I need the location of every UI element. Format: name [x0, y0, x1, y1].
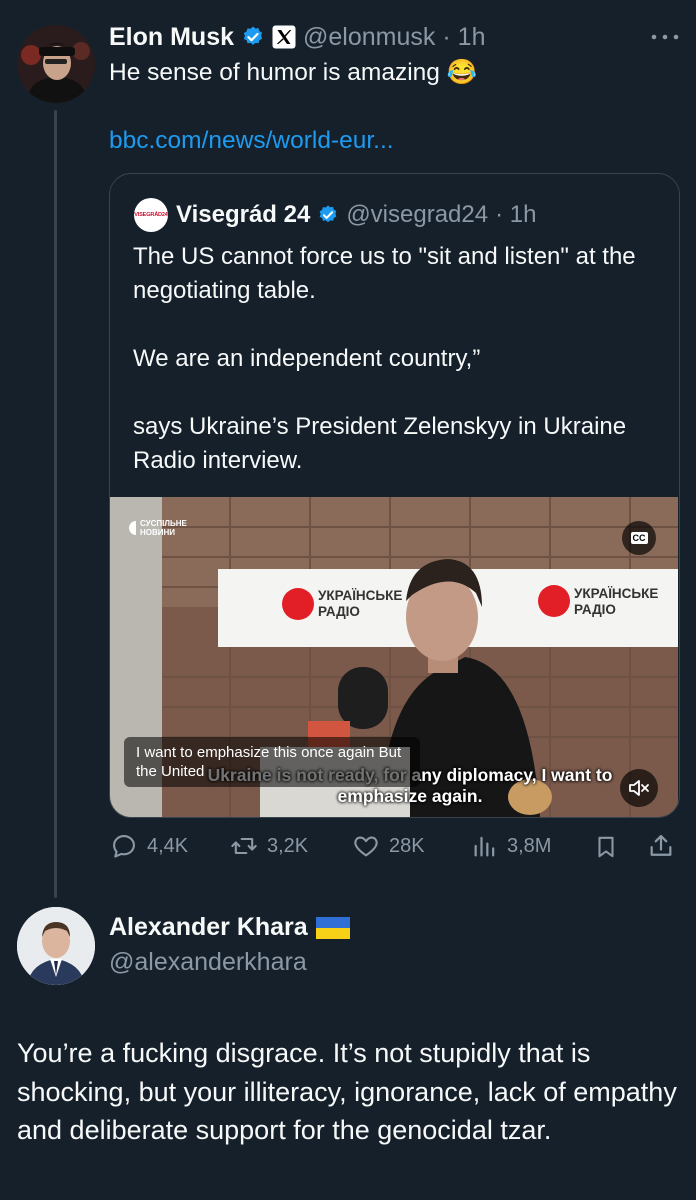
action-bar: 4,4K 3,2K 28K 3,8M [109, 830, 679, 862]
sign-right-text: УКРАЇНСЬКЕ РАДІО [574, 586, 659, 617]
verified-badge-icon [319, 205, 337, 223]
reply-author-name[interactable]: Alexander Khara [109, 913, 308, 942]
author-name[interactable]: Elon Musk [109, 23, 234, 52]
sign-left-text: УКРАЇНСЬКЕ РАДІО [318, 588, 403, 619]
bookmark-icon [598, 836, 614, 858]
tweet-header: Elon Musk @elonmusk · 1h [109, 20, 485, 54]
tweet-time[interactable]: · 1h [442, 23, 485, 52]
khara-avatar[interactable] [17, 907, 95, 985]
like-button[interactable]: 28K [351, 832, 425, 860]
repost-icon [231, 837, 257, 855]
share-icon [650, 834, 672, 856]
repost-count: 3,2K [267, 834, 309, 857]
reply-text: You’re a fucking disgrace. It’s not stup… [17, 1038, 677, 1145]
views-chart-icon [474, 836, 495, 857]
reply-header: Alexander Khara [109, 913, 350, 942]
more-options-icon[interactable] [650, 30, 680, 42]
speaker-muted-icon [629, 780, 649, 796]
tweet-text: He sense of humor is amazing 😂 [109, 59, 478, 86]
x-affiliation-icon [272, 25, 296, 49]
mute-button[interactable] [620, 769, 658, 807]
visegrad-avatar-label: VISEGRÁD24 [134, 212, 168, 218]
broadcaster-logo: СУСПІЛЬНЕ НОВИНИ [124, 519, 187, 537]
quote-author-name[interactable]: Visegrád 24 [176, 201, 310, 229]
video-player[interactable]: СУСПІЛЬНЕ НОВИНИ УКРАЇНСЬКЕ РАДІО УКРАЇН… [110, 497, 678, 817]
video-caption-text: I want to emphasize this once again But … [136, 744, 402, 780]
thread-connector-line [54, 110, 57, 898]
reply-button[interactable]: 4,4K [109, 832, 188, 860]
quote-header: Visegrád 24 @visegrad24 · 1h [176, 198, 536, 232]
visegrad-avatar[interactable]: VISEGRÁD24 [134, 198, 168, 232]
quoted-tweet-card[interactable]: VISEGRÁD24 Visegrád 24 @visegrad24 · 1h … [109, 173, 680, 818]
quote-text: The US cannot force us to "sit and liste… [133, 243, 636, 474]
reply-author-handle[interactable]: @alexanderkhara [109, 948, 307, 977]
broadcaster-logo-text: СУСПІЛЬНЕ НОВИНИ [140, 519, 187, 537]
tweet-link[interactable]: bbc.com/news/world-eur... [109, 127, 394, 155]
quote-author-handle[interactable]: @visegrad24 [346, 201, 488, 229]
bookmark-button[interactable] [593, 833, 619, 866]
closed-captions-button[interactable]: CC [622, 521, 656, 555]
views-count: 3,8M [507, 834, 552, 857]
video-caption-overlay: I want to emphasize this once again But … [124, 737, 420, 787]
views-button[interactable]: 3,8M [471, 832, 551, 860]
heart-icon [354, 836, 378, 857]
quote-time: · 1h [495, 201, 537, 228]
like-count: 28K [389, 834, 425, 857]
author-handle[interactable]: @elonmusk [303, 23, 435, 52]
reply-count: 4,4K [147, 834, 189, 857]
reply-icon [113, 835, 135, 858]
cc-label: CC [630, 532, 648, 544]
share-button[interactable] [647, 832, 675, 865]
repost-button[interactable]: 3,2K [229, 832, 308, 860]
verified-badge-icon [243, 26, 263, 45]
ukraine-flag-icon [315, 916, 350, 939]
elon-avatar[interactable] [17, 25, 95, 103]
burned-subtitle-line2: emphasize again. [337, 786, 483, 806]
